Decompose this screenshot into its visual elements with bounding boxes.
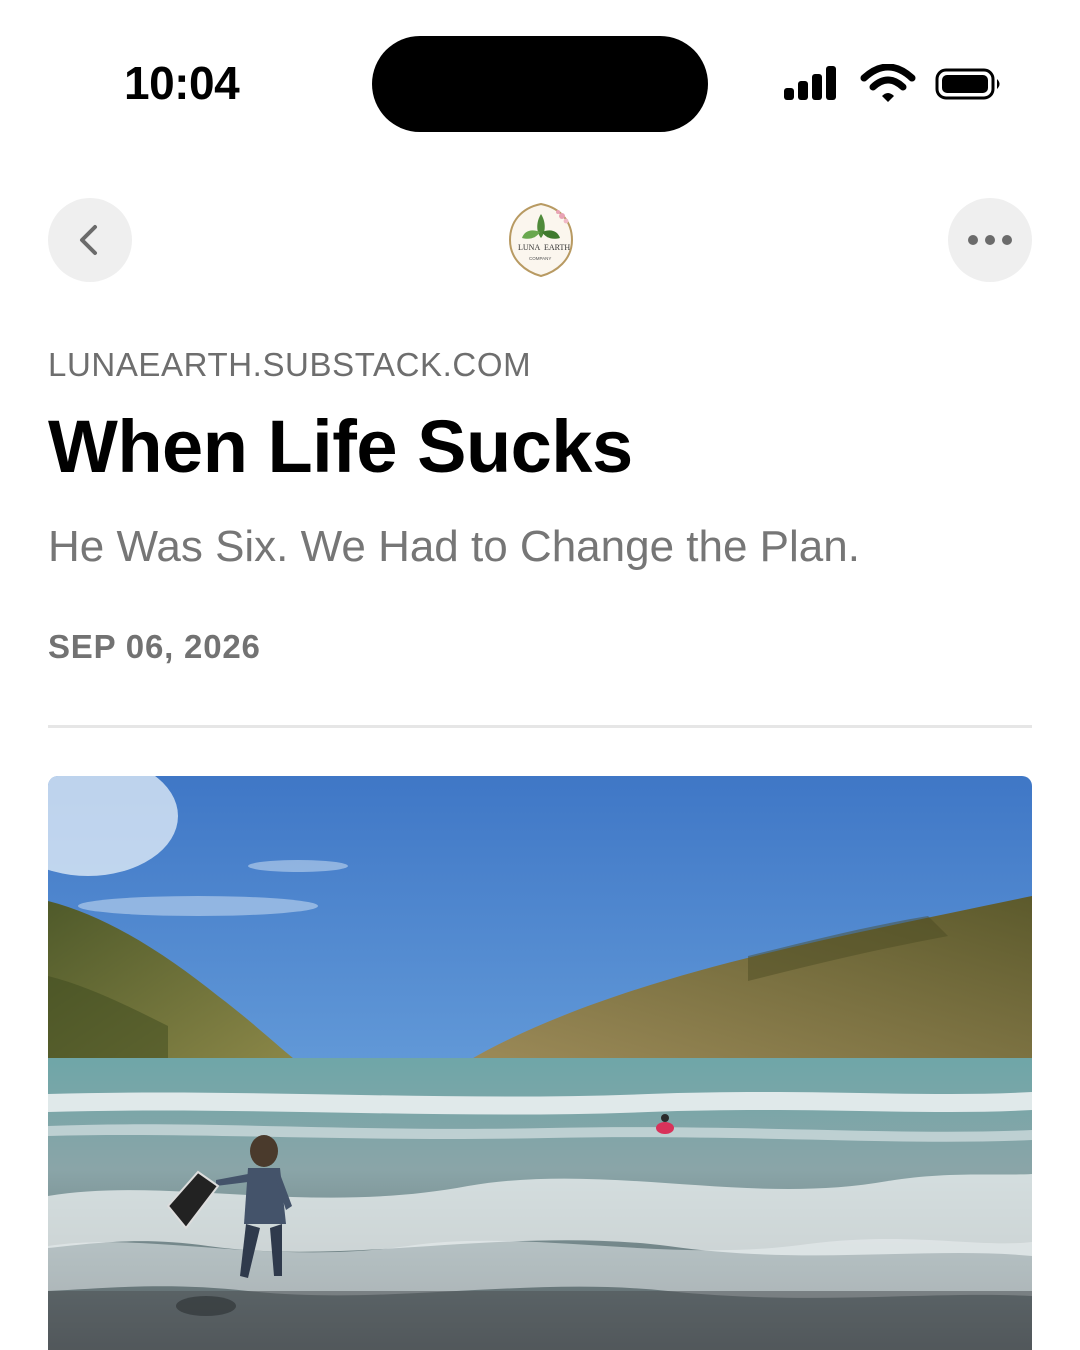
publication-domain-link[interactable]: LUNAEARTH.SUBSTACK.COM: [48, 346, 531, 384]
ellipsis-icon: [968, 235, 1012, 245]
article-date: SEP 06, 2026: [48, 628, 261, 665]
divider: [48, 725, 1032, 728]
article-subtitle: He Was Six. We Had to Change the Plan.: [48, 522, 860, 571]
hero-image[interactable]: [48, 776, 1032, 1350]
back-button[interactable]: [48, 198, 132, 282]
battery-icon: [935, 68, 1000, 100]
publication-logo[interactable]: LUNA EARTH COMPANY: [506, 202, 576, 278]
more-options-button[interactable]: [948, 198, 1032, 282]
wifi-icon: [860, 64, 916, 102]
status-icons: [782, 64, 1004, 104]
cellular-signal-icon: [784, 66, 836, 100]
logo-text-earth: EARTH: [544, 243, 570, 252]
article-title: When Life Sucks: [48, 405, 633, 488]
logo-text-company: COMPANY: [529, 256, 551, 261]
article-screen: 10:04 LUNA EARTH COMPANY LUNAEARTH.SUBST…: [0, 0, 1080, 1350]
logo-text-luna: LUNA: [518, 243, 540, 252]
chevron-left-icon: [80, 225, 97, 255]
dynamic-island: [372, 36, 708, 132]
status-time: 10:04: [124, 57, 240, 109]
